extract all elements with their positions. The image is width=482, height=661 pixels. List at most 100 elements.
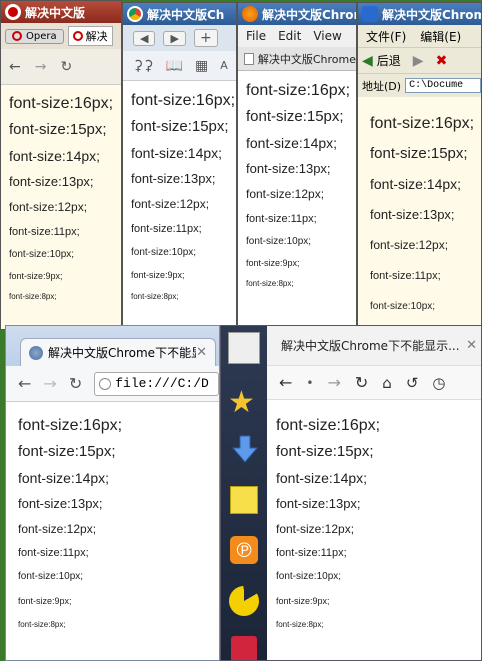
opera-o-icon: [72, 31, 83, 41]
ie-page: font-size:16px; font-size:15px; font-size:…: [358, 97, 481, 331]
ie-titlebar[interactable]: 解决中文版Chrome: [358, 3, 481, 25]
back-button-label[interactable]: 后退: [377, 52, 401, 69]
opera-logo-icon: [5, 4, 21, 20]
download-arrow-icon[interactable]: [231, 434, 259, 464]
pacman-icon[interactable]: [229, 586, 259, 616]
ie-window: 解决中文版Chrome 文件(F) 编辑(E) ◀ 后退 ▶ ✖ 地址(D) C:…: [357, 2, 482, 332]
font-size-sample: font-size:15px;: [276, 443, 374, 460]
history-icon[interactable]: ◷: [432, 374, 445, 392]
menu-item[interactable]: Edit: [278, 29, 301, 43]
font-size-sample: font-size:9px;: [18, 596, 72, 606]
opera-menu-button[interactable]: Opera: [5, 28, 64, 44]
book-icon[interactable]: 📖: [166, 58, 183, 74]
font-size-sample: font-size:15px;: [131, 118, 229, 135]
apps-grid-icon[interactable]: ▦: [195, 58, 208, 74]
chrome-large-toolbar: ← → ↻ file:///C:/D: [6, 366, 219, 402]
firefox-menubar: File Edit View: [238, 25, 356, 47]
opera-titlebar[interactable]: 解决中文版: [1, 1, 121, 23]
font-size-sample: font-size:14px;: [370, 176, 462, 192]
chrome-small-toolbar: ⚳⚳ 📖 ▦ A: [123, 51, 236, 81]
forward-icon[interactable]: ▶: [163, 30, 186, 46]
rss-icon[interactable]: ℗: [230, 536, 258, 564]
opera-tabbar: Opera 解决: [1, 23, 121, 49]
font-size-sample: font-size:11px;: [18, 547, 89, 559]
home-icon[interactable]: ⌂: [382, 374, 392, 392]
chrome-small-page: font-size:16px; font-size:15px; font-size:…: [123, 81, 236, 331]
glasses-icon[interactable]: ⚳⚳: [133, 58, 154, 74]
sticky-note-icon[interactable]: [230, 486, 258, 514]
font-size-sample: font-size:13px;: [9, 174, 94, 189]
undo-icon[interactable]: ↺: [406, 374, 419, 392]
font-size-sample: font-size:10px;: [276, 571, 342, 582]
back-icon[interactable]: ←: [18, 374, 31, 393]
font-size-sample: font-size:16px;: [276, 417, 381, 434]
font-size-sample: font-size:8px;: [276, 620, 324, 629]
opera-o-icon: [12, 31, 22, 41]
font-size-sample: font-size:9px;: [276, 596, 330, 606]
forward-icon[interactable]: →: [327, 373, 340, 392]
firefox-title: 解决中文版Chrome: [262, 7, 356, 22]
close-icon[interactable]: ✖: [436, 53, 448, 69]
opera-toolbar: ← → ↻: [1, 49, 121, 85]
font-size-sample: font-size:16px;: [18, 417, 123, 434]
firefox-window: 解决中文版Chrome File Edit View 解决中文版Chrome fon…: [237, 2, 357, 332]
font-size-sample: font-size:10px;: [18, 571, 84, 582]
font-size-sample: font-size:13px;: [131, 171, 216, 186]
font-size-sample: font-size:10px;: [246, 236, 312, 247]
font-size-sample: font-size:9px;: [246, 258, 300, 268]
ie-menubar: 文件(F) 编辑(E): [358, 25, 481, 47]
forward-icon[interactable]: →: [43, 374, 56, 393]
close-tab-icon[interactable]: ✕: [196, 345, 207, 360]
rockmelt-tabbar[interactable]: 解决中文版Chrome下不能显示... ✕: [267, 326, 481, 366]
address-input[interactable]: file:///C:/D: [94, 371, 219, 396]
font-size-sample: font-size:15px;: [370, 145, 468, 162]
new-tab-icon[interactable]: +: [193, 29, 218, 47]
font-size-sample: font-size:10px;: [131, 247, 197, 258]
menu-item[interactable]: File: [246, 29, 266, 43]
back-icon[interactable]: ◀: [362, 53, 373, 69]
font-size-sample: font-size:8px;: [18, 620, 66, 629]
chrome-large-tab[interactable]: 解决中文版Chrome下不能显 ✕: [20, 338, 216, 366]
firefox-logo-icon: [242, 6, 258, 22]
address-input[interactable]: C:\Docume: [405, 78, 481, 93]
shopping-bag-icon[interactable]: [231, 636, 257, 660]
menu-item[interactable]: 文件(F): [366, 28, 406, 45]
font-size-sample: font-size:11px;: [246, 213, 317, 225]
ie-title: 解决中文版Chrome: [382, 7, 481, 22]
ie-logo-icon: [362, 6, 378, 22]
close-tab-icon[interactable]: ✕: [466, 338, 477, 353]
back-icon[interactable]: ←: [279, 373, 292, 392]
opera-tab[interactable]: 解决: [67, 26, 113, 46]
font-size-sample: font-size:15px;: [246, 108, 344, 125]
reload-icon[interactable]: ↻: [69, 374, 82, 393]
star-icon[interactable]: ★: [228, 388, 255, 418]
menu-item[interactable]: View: [313, 29, 341, 43]
menu-item[interactable]: 编辑(E): [420, 28, 461, 45]
reload-icon[interactable]: ↻: [355, 373, 368, 392]
font-size-sample: font-size:16px;: [370, 115, 475, 132]
font-size-sample: font-size:13px;: [370, 207, 455, 222]
dot-icon[interactable]: •: [306, 376, 313, 390]
rockmelt-toolbar: ← • → ↻ ⌂ ↺ ◷: [267, 366, 481, 400]
rockmelt-window: ★ ℗ 解决中文版Chrome下不能显示... ✕ ← • → ↻ ⌂ ↺ ◷ …: [220, 325, 482, 661]
firefox-titlebar[interactable]: 解决中文版Chrome: [238, 3, 356, 25]
font-size-sample: font-size:12px;: [276, 522, 355, 536]
font-size-sample: font-size:12px;: [370, 238, 449, 252]
back-icon[interactable]: ←: [9, 59, 21, 75]
avatar[interactable]: [228, 332, 260, 364]
back-icon[interactable]: ◀: [133, 30, 156, 46]
font-size-sample: font-size:11px;: [131, 223, 202, 235]
font-size-sample: font-size:9px;: [131, 270, 185, 280]
forward-icon[interactable]: ▶: [413, 53, 424, 69]
forward-icon[interactable]: →: [35, 59, 47, 75]
address-label: 地址(D): [362, 79, 402, 93]
chrome-small-titlebar[interactable]: 解决中文版Ch: [123, 3, 236, 25]
reload-icon[interactable]: ↻: [60, 59, 72, 75]
text-size-icon[interactable]: A: [220, 59, 228, 72]
opera-window: 解决中文版 Opera 解决 ← → ↻ font-size:16px; font…: [0, 0, 122, 330]
font-size-sample: font-size:14px;: [9, 148, 101, 164]
font-size-sample: font-size:10px;: [370, 301, 436, 312]
firefox-tab[interactable]: 解决中文版Chrome: [238, 47, 356, 71]
font-size-sample: font-size:16px;: [9, 95, 114, 112]
font-size-sample: font-size:15px;: [18, 443, 116, 460]
